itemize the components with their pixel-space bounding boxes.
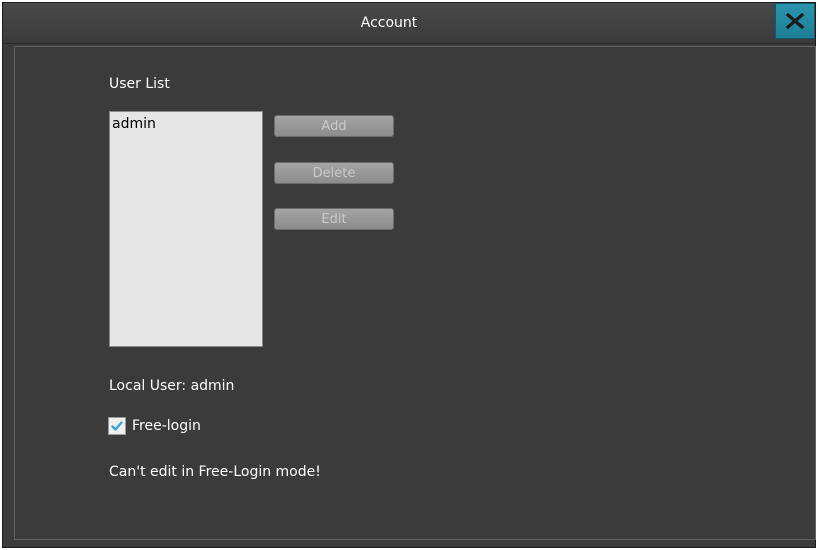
check-icon bbox=[111, 421, 123, 431]
dialog-title: Account bbox=[360, 15, 418, 31]
title-bar: Account bbox=[3, 3, 815, 44]
user-list-label: User List bbox=[109, 76, 170, 92]
close-button[interactable] bbox=[775, 3, 815, 39]
free-login-checkbox[interactable] bbox=[108, 417, 126, 435]
content-panel: User List admin Add Delete Edit Local Us… bbox=[14, 46, 816, 540]
delete-button[interactable]: Delete bbox=[274, 162, 394, 184]
add-button[interactable]: Add bbox=[274, 115, 394, 137]
user-list-item-admin[interactable]: admin bbox=[110, 112, 262, 132]
free-login-label[interactable]: Free-login bbox=[132, 418, 201, 434]
edit-button[interactable]: Edit bbox=[274, 208, 394, 230]
account-dialog: Account User List admin Add Delete Edit … bbox=[2, 2, 816, 548]
user-list[interactable]: admin bbox=[109, 111, 263, 347]
local-user-label: Local User: admin bbox=[109, 378, 235, 394]
close-icon bbox=[785, 13, 805, 29]
free-login-message: Can't edit in Free-Login mode! bbox=[109, 464, 321, 480]
